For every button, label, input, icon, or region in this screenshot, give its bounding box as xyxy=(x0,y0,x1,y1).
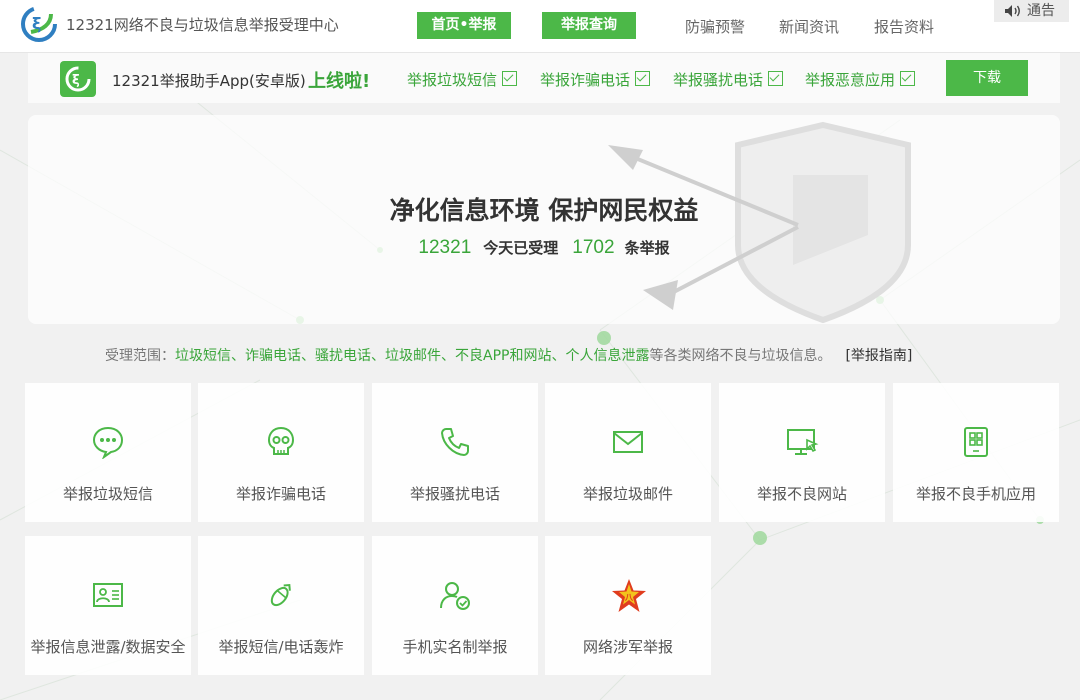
nav-fraud-alert[interactable]: 防骗预警 xyxy=(685,16,745,37)
card-label: 举报不良手机应用 xyxy=(915,485,1036,503)
count-unit: 条举报 xyxy=(624,239,670,257)
phone-icon xyxy=(441,428,469,456)
card-report-bad-website[interactable]: 举报不良网站 xyxy=(719,383,885,522)
check-icon xyxy=(635,71,651,86)
card-report-bad-app[interactable]: 举报不良手机应用 xyxy=(893,383,1059,522)
card-label: 举报信息泄露/数据安全 xyxy=(30,638,186,656)
hero-title: 净化信息环境 保护网民权益 xyxy=(389,196,699,225)
hero-stats: 12321 今天已受理 1702 条举报 xyxy=(28,237,1060,259)
feature-report-malicious-app: 举报恶意应用 xyxy=(805,69,916,90)
card-report-fraud-call[interactable]: 举报诈骗电话 xyxy=(198,383,364,522)
card-label: 手机实名制举报 xyxy=(402,638,508,656)
scope-tail: 等各类网络不良与垃圾信息。 xyxy=(649,348,832,364)
scope-label: 受理范围： xyxy=(105,348,175,364)
site-logo-icon[interactable]: ξ xyxy=(17,2,61,46)
today-count: 1702 xyxy=(572,237,615,258)
card-label: 举报短信/电话轰炸 xyxy=(218,638,344,656)
check-icon xyxy=(768,71,784,86)
hero-panel: 净化信息环境 保护网民权益 12321 今天已受理 1702 条举报 xyxy=(28,115,1060,324)
app-name: 12321举报助手App(安卓版) xyxy=(112,72,306,90)
card-report-data-leak[interactable]: 举报信息泄露/数据安全 xyxy=(25,536,191,675)
card-real-name-report[interactable]: 手机实名制举报 xyxy=(372,536,538,675)
card-military-report[interactable]: 八 网络涉军举报 xyxy=(545,536,711,675)
card-label: 网络涉军举报 xyxy=(582,638,673,656)
check-icon xyxy=(502,71,518,86)
bomb-icon xyxy=(270,583,291,607)
report-guide-link[interactable]: [举报指南] xyxy=(845,348,912,364)
card-report-spam-sms[interactable]: 举报垃圾短信 xyxy=(25,383,191,522)
card-label: 举报垃圾邮件 xyxy=(582,485,673,503)
user-check-icon xyxy=(440,582,470,610)
feature-report-spam-sms: 举报垃圾短信 xyxy=(407,69,518,90)
card-report-harass-call[interactable]: 举报骚扰电话 xyxy=(372,383,538,522)
app-promo-banner: ξ 12321举报助手App(安卓版) 上线啦! 举报垃圾短信 举报诈骗电话 举… xyxy=(28,53,1060,103)
feature-report-fraud-call: 举报诈骗电话 xyxy=(540,69,651,90)
svg-text:ξ: ξ xyxy=(72,73,80,88)
site-title[interactable]: 12321网络不良与垃圾信息举报受理中心 xyxy=(66,14,339,35)
army-star-icon: 八 xyxy=(612,579,646,612)
scope-items: 垃圾短信、诈骗电话、骚扰电话、垃圾邮件、不良APP和网站、个人信息泄露 xyxy=(175,348,650,364)
today-label: 今天已受理 xyxy=(483,239,559,257)
org-number: 12321 xyxy=(418,237,472,258)
card-report-spam-email[interactable]: 举报垃圾邮件 xyxy=(545,383,711,522)
check-icon xyxy=(900,71,916,86)
card-label: 举报骚扰电话 xyxy=(409,485,500,503)
sms-bubble-icon xyxy=(92,426,124,459)
card-label: 举报诈骗电话 xyxy=(235,485,326,503)
app-online-text: 上线啦! xyxy=(308,71,371,92)
notice-button[interactable]: 通告 xyxy=(994,0,1069,22)
svg-text:ξ: ξ xyxy=(32,14,41,33)
download-button[interactable]: 下载 xyxy=(946,60,1028,96)
card-label: 举报垃圾短信 xyxy=(62,485,153,503)
nav-home-report[interactable]: 首页•举报 xyxy=(417,12,511,39)
skull-icon xyxy=(267,426,295,455)
id-card-icon xyxy=(93,583,123,607)
svg-text:八: 八 xyxy=(624,593,634,602)
nav-report-query[interactable]: 举报查询 xyxy=(542,12,636,39)
speaker-icon xyxy=(1005,5,1020,17)
nav-reports[interactable]: 报告资料 xyxy=(874,16,934,37)
app-logo-icon: ξ xyxy=(60,61,96,97)
report-scope: 受理范围：垃圾短信、诈骗电话、骚扰电话、垃圾邮件、不良APP和网站、个人信息泄露… xyxy=(105,345,912,365)
notice-label: 通告 xyxy=(1027,3,1055,19)
monitor-cursor-icon xyxy=(787,429,819,455)
card-report-sms-call-bombing[interactable]: 举报短信/电话轰炸 xyxy=(198,536,364,675)
top-navigation-bar: ξ 12321网络不良与垃圾信息举报受理中心 首页•举报 举报查询 防骗预警 新… xyxy=(0,0,1080,53)
mobile-app-grid-icon xyxy=(964,427,988,457)
envelope-icon xyxy=(613,431,643,453)
card-label: 举报不良网站 xyxy=(756,485,847,503)
nav-news[interactable]: 新闻资讯 xyxy=(779,16,839,37)
feature-report-harass-call: 举报骚扰电话 xyxy=(673,69,784,90)
